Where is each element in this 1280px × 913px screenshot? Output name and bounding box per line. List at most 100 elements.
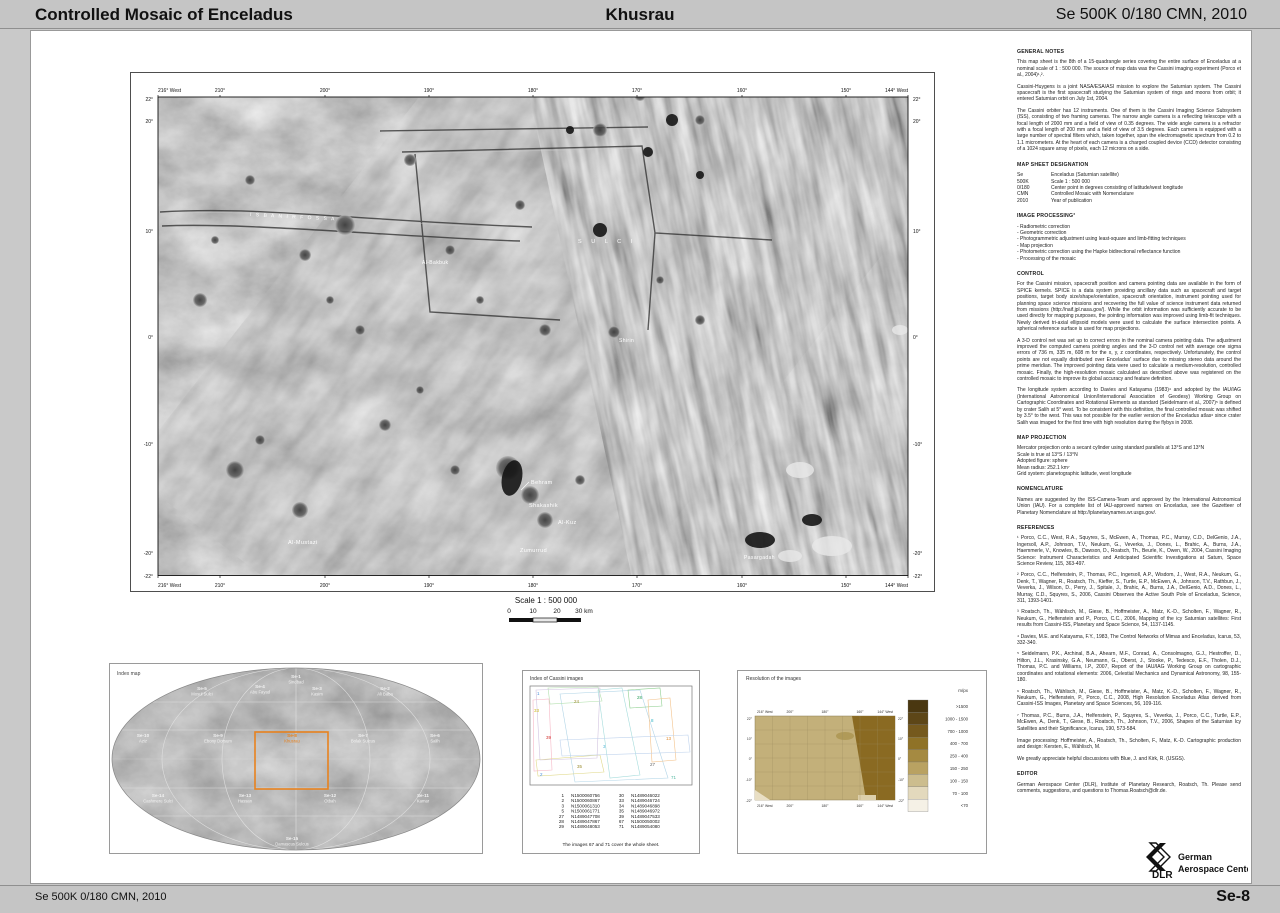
quad-id-Se-13: Se-13 — [239, 793, 252, 798]
legend-swatch — [907, 712, 929, 725]
footprint-number: 71 — [671, 775, 677, 780]
legend-swatch — [907, 761, 929, 775]
lat-label-right: 10° — [913, 229, 921, 235]
logo-name-line2: Aerospace Center — [1178, 864, 1248, 874]
notes-paragraph: ⁶ Roatsch, Th., Wählisch, M., Giese, B.,… — [1017, 688, 1241, 708]
lat-label-left: -10° — [144, 442, 153, 448]
cassini-index-title: Index of Cassini images — [530, 676, 584, 682]
processing-step: - Processing of the mosaic — [1017, 255, 1076, 262]
footer-sheet-code: Se 500K 0/180 CMN, 2010 — [35, 891, 167, 903]
lon-label-bottom: 200° — [320, 583, 330, 589]
notes-paragraph: This map sheet is the 8th of a 15-quadra… — [1017, 59, 1241, 79]
lon-label-top: 160° — [737, 88, 747, 94]
map-mosaic: I S B A N I R F O S S AS U L C IAl-Bakbu… — [158, 97, 908, 576]
lon-label-bottom: 144° West — [885, 583, 909, 589]
feature-label: Shakashik — [529, 503, 558, 509]
footprint-number: 13 — [666, 736, 672, 741]
res-lon-label: 144° West — [877, 710, 893, 714]
map-sheet-page: Controlled Mosaic of Enceladus Khusrau S… — [0, 0, 1280, 913]
main-map: I S B A N I R F O S S AS U L C IAl-Bakbu… — [130, 72, 935, 592]
lon-label-top: 210° — [215, 88, 225, 94]
scale-bar-group: Scale 1 : 500 000 0 10 20 30 km — [507, 596, 593, 623]
legend-label: 1000 - 1500 — [945, 716, 969, 721]
lon-label-top: 180° — [528, 88, 538, 94]
quad-name: Ali Baba — [377, 691, 393, 696]
notes-paragraph: ¹ Porco, C.C., West, R.A., Squyres, S., … — [1017, 535, 1241, 567]
legend-swatch — [907, 724, 929, 738]
quad-name: Damascus Sulcus — [275, 841, 309, 846]
quad-id-Se-11: Se-11 — [417, 793, 429, 798]
cassini-caption: The images 67 and 71 cover the whole she… — [562, 842, 659, 848]
scale-bar-labels: 0 10 20 30 km — [507, 608, 593, 615]
logo-name-line1: German — [1178, 852, 1212, 862]
lat-label-left: -20° — [144, 551, 153, 557]
quad-name: Otbah — [324, 798, 336, 803]
scale-bar — [509, 617, 581, 623]
notes-paragraph: The Cassini orbiter has 12 instruments. … — [1017, 107, 1241, 153]
resolution-map: Resolution of the images 216° West 216° W… — [746, 676, 969, 812]
notes-paragraph: ³ Roatsch, Th., Wählisch, M., Giese, B.,… — [1017, 609, 1241, 629]
legend-label: 100 - 150 — [950, 778, 969, 783]
quad-name: Salih — [430, 738, 440, 743]
designation-row: 2010 Year of publication — [1017, 197, 1092, 204]
legend-swatch — [907, 799, 929, 812]
quad-id-Se-9: Se-9 — [213, 733, 223, 738]
legend-swatch — [907, 786, 929, 800]
lon-label-top: 144° West — [885, 88, 909, 94]
lon-label-bottom: 216° West — [158, 583, 182, 589]
legend-swatch — [907, 774, 929, 787]
quad-id-Se-12: Se-12 — [324, 793, 337, 798]
res-lat-label: 10° — [747, 737, 753, 741]
cassini-index: Index of Cassini images 124283339813335 2… — [529, 676, 693, 848]
footprint-number: 28 — [637, 695, 643, 700]
footprint-number: 33 — [534, 708, 540, 713]
notes-paragraph: Cassini-Huygens is a joint NASA/ESA/ASI … — [1017, 83, 1241, 103]
image-num: 29 — [559, 824, 565, 829]
feature-label: Pasargadah — [744, 555, 775, 561]
notes-heading: IMAGE PROCESSING³ — [1017, 213, 1076, 220]
quad-name: Sindbad — [288, 679, 304, 684]
quad-name: Aziz — [139, 738, 147, 743]
footer-bar — [0, 885, 1280, 913]
res-lat-label: 22° — [747, 717, 753, 721]
legend-label: 400 - 700 — [950, 741, 969, 746]
notes-section: CONTROL For the Cassini mission, spacecra… — [1017, 271, 1241, 426]
legend-swatch — [907, 737, 929, 750]
res-lon-label: 160° — [856, 804, 864, 808]
lat-label-right: -10° — [913, 442, 922, 448]
dlr-logo-text: DLR — [1152, 870, 1173, 880]
image-id: N1489054080 — [631, 824, 660, 829]
resolution-legend: >1500 1000 - 1500 700 - 1000 400 - 700 250 -… — [907, 699, 969, 812]
image-id: N1489048053 — [571, 824, 600, 829]
notes-section: GENERAL NOTES This map sheet is the 8th o… — [1017, 49, 1241, 153]
quad-name: Cashmere Sulci — [143, 798, 173, 803]
notes-section: NOMENCLATURE Names are suggested by the I… — [1017, 486, 1241, 516]
legend-label: <70 — [961, 803, 969, 808]
notes-heading: EDITOR — [1017, 771, 1038, 778]
quad-name: Kamar — [417, 798, 430, 803]
notes-heading: GENERAL NOTES — [1017, 49, 1065, 55]
res-lon-label: 216° West — [757, 804, 773, 808]
notes-paragraph: For the Cassini mission, spacecraft posi… — [1017, 281, 1241, 333]
legend-swatch — [907, 699, 929, 713]
lon-label-bottom: 180° — [528, 583, 538, 589]
quad-name: Ebony Dorsum — [204, 738, 232, 743]
lat-label-right: -20° — [913, 551, 922, 557]
res-lon-label: 200° — [786, 804, 794, 808]
notes-heading: MAP SHEET DESIGNATION — [1017, 161, 1089, 168]
notes-heading: NOMENCLATURE — [1017, 486, 1064, 493]
lon-label-top: 150° — [841, 88, 851, 94]
legend-unit-label: m/px — [958, 688, 969, 693]
res-lat-label: -22° — [746, 799, 753, 803]
lat-label-left: 10° — [145, 229, 153, 235]
res-lon-label: 180° — [821, 804, 829, 808]
quad-name: Kasim — [311, 691, 323, 696]
image-id-list: 1 N1500060756 30 N14890460222 N1500060867 33 N… — [559, 793, 660, 829]
lon-label-top: 200° — [320, 88, 330, 94]
notes-paragraph: ² Porco, C.C., Helfenstein, P., Thomas, … — [1017, 572, 1241, 605]
res-patch-bottom — [858, 795, 876, 800]
quad-id-Se-5: Se-5 — [197, 686, 207, 691]
scale-tick-label: 10 — [529, 608, 537, 615]
quad-name: Mosul Sulci — [191, 691, 212, 696]
legend-label: 70 - 100 — [952, 791, 968, 796]
